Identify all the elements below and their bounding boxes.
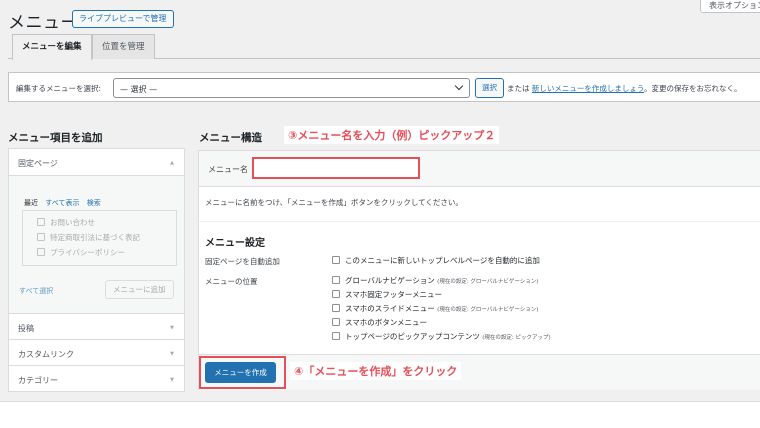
chevron-down-icon: ▼	[170, 325, 174, 331]
checkbox[interactable]	[332, 256, 340, 264]
save-reminder: 。変更の保存をお忘れなく。	[643, 84, 742, 93]
accordion-posts[interactable]: 投稿 ▼	[9, 313, 184, 339]
list-item[interactable]: プライバシーポリシー	[37, 247, 125, 258]
menu-structure-heading: メニュー構造	[199, 132, 262, 144]
divider	[199, 221, 760, 222]
page-title: メニュー	[8, 13, 78, 33]
subtab-search[interactable]: 検索	[87, 199, 101, 207]
menu-select-value: — 選択 —	[120, 85, 158, 94]
checkbox[interactable]	[332, 332, 340, 340]
location-option-label: グローバルナビゲーション	[345, 276, 435, 285]
checkbox[interactable]	[332, 276, 340, 284]
location-note: (現在の設定: グローバルナビゲーション)	[437, 307, 539, 313]
location-option[interactable]: スマホのスライドメニュー (現在の設定: グローバルナビゲーション)	[332, 303, 538, 314]
location-note: (現在の設定: ピックアップ)	[482, 335, 551, 341]
menu-select-dropdown[interactable]: — 選択 —	[113, 78, 470, 98]
menu-name-label: メニュー名	[208, 165, 248, 174]
accordion-fixed-pages[interactable]: 固定ページ ▲	[9, 149, 184, 175]
chevron-up-icon: ▲	[170, 160, 174, 166]
tab-edit-menus[interactable]: メニューを編集	[12, 34, 92, 60]
checkbox[interactable]	[37, 218, 45, 226]
menu-settings-heading: メニュー設定	[205, 238, 265, 249]
location-option-label: スマホ固定フッターメニュー	[345, 290, 442, 299]
menu-name-input[interactable]	[252, 157, 420, 179]
accordion-fixed-pages-label: 固定ページ	[18, 159, 58, 168]
subtab-recent[interactable]: 最近	[24, 199, 38, 207]
fixed-pages-body: 最近 すべて表示 検索 お問い合わせ 特定商取引法に基づく表記 プライバシーポリ…	[9, 175, 184, 313]
chevron-down-icon: ▼	[170, 377, 174, 383]
accordion-posts-label: 投稿	[18, 324, 34, 333]
accordion-custom-links-label: カスタムリンク	[18, 350, 74, 359]
auto-add-option-label: このメニューに新しいトップレベルページを自動的に追加	[345, 256, 540, 265]
location-option[interactable]: トップページのピックアップコンテンツ (現在の設定: ピックアップ)	[332, 331, 551, 342]
page-label: 特定商取引法に基づく表記	[50, 233, 140, 242]
page-subtabs: 最近 すべて表示 検索	[24, 198, 106, 208]
wp-admin-screen: 表示オプション メニュー ライブプレビューで管理 メニューを編集 位置を管理 編…	[0, 0, 760, 402]
checkbox[interactable]	[332, 304, 340, 312]
location-note: (現在の設定: グローバルナビゲーション)	[437, 279, 539, 285]
menu-select-bar: 編集するメニューを選択: — 選択 — 選択 または 新しいメニューを作成しまし…	[8, 72, 760, 102]
live-preview-button[interactable]: ライブプレビューで管理	[72, 10, 174, 28]
menu-name-row: メニュー名	[199, 151, 760, 187]
tab-manage-locations[interactable]: 位置を管理	[92, 34, 155, 59]
add-menu-items-heading: メニュー項目を追加	[8, 132, 103, 144]
auto-add-option[interactable]: このメニューに新しいトップレベルページを自動的に追加	[332, 255, 540, 266]
location-option[interactable]: スマホ固定フッターメニュー	[332, 289, 442, 300]
page-checklist: お問い合わせ 特定商取引法に基づく表記 プライバシーポリシー	[22, 210, 177, 266]
create-button-highlight	[199, 356, 286, 389]
screen-options-tab[interactable]: 表示オプション	[700, 0, 760, 13]
chevron-down-icon: ▼	[170, 351, 174, 357]
page-label: お問い合わせ	[50, 218, 95, 227]
menu-instructions: メニューに名前をつけ、「メニューを作成」ボタンをクリックしてください。	[205, 198, 463, 207]
auto-add-label: 固定ページを自動追加	[205, 257, 280, 266]
chevron-down-icon	[454, 81, 464, 91]
select-all-link[interactable]: すべて選択	[19, 286, 53, 296]
location-label: メニューの位置	[205, 277, 258, 286]
checkbox[interactable]	[37, 248, 45, 256]
accordion-categories-label: カテゴリー	[18, 376, 58, 385]
step3-annotation: ③メニュー名を入力（例）ピックアップ２	[284, 126, 500, 144]
menu-select-label: 編集するメニューを選択:	[16, 84, 102, 93]
checkbox[interactable]	[37, 233, 45, 241]
step4-annotation: ④「メニューを作成」をクリック	[290, 362, 462, 380]
or-text: または	[507, 84, 530, 93]
add-menu-items-panel: 固定ページ ▲ 最近 すべて表示 検索 お問い合わせ 特定商取引法に基づく表記 …	[8, 148, 185, 392]
location-option[interactable]: グローバルナビゲーション (現在の設定: グローバルナビゲーション)	[332, 275, 538, 286]
list-item[interactable]: お問い合わせ	[37, 217, 95, 228]
location-option-label: トップページのピックアップコンテンツ	[345, 332, 480, 341]
subtab-view-all[interactable]: すべて表示	[45, 199, 79, 207]
checkbox[interactable]	[332, 290, 340, 298]
add-to-menu-button[interactable]: メニューに追加	[105, 280, 174, 299]
create-menu-prompt: または 新しいメニューを作成しましょう。変更の保存をお忘れなく。	[507, 83, 741, 94]
location-option[interactable]: スマホのボタンメニュー	[332, 317, 427, 328]
select-button[interactable]: 選択	[475, 78, 504, 98]
location-option-label: スマホのボタンメニュー	[345, 318, 428, 327]
location-option-label: スマホのスライドメニュー	[345, 304, 435, 313]
menu-structure-panel: メニュー名 メニューに名前をつけ、「メニューを作成」ボタンをクリックしてください…	[198, 150, 760, 390]
create-new-menu-link[interactable]: 新しいメニューを作成しましょう	[532, 84, 644, 93]
checkbox[interactable]	[332, 318, 340, 326]
list-item[interactable]: 特定商取引法に基づく表記	[37, 232, 140, 243]
accordion-custom-links[interactable]: カスタムリンク ▼	[9, 339, 184, 365]
accordion-categories[interactable]: カテゴリー ▼	[9, 365, 184, 391]
page-label: プライバシーポリシー	[50, 248, 125, 257]
